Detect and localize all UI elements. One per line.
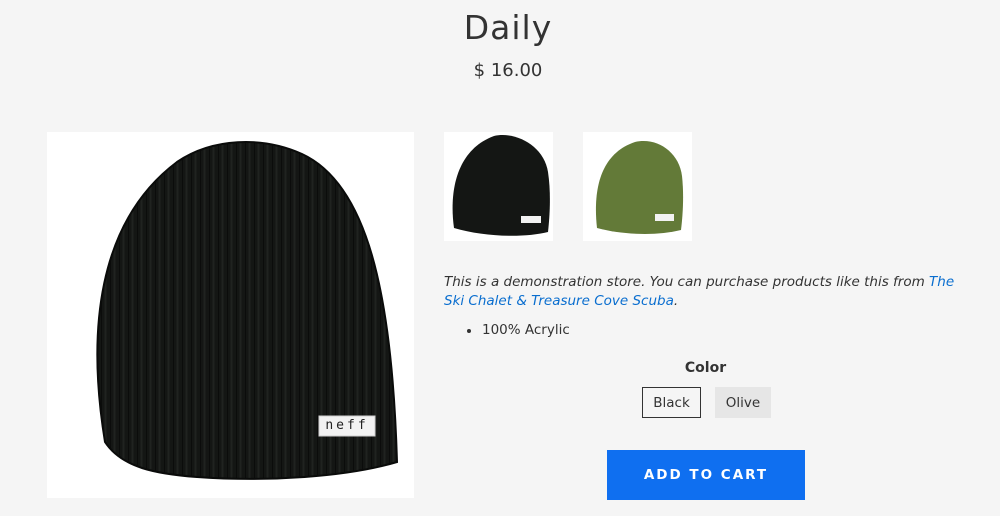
beanie-black-illustration [96, 141, 399, 480]
beanie-olive-thumb-illustration [595, 141, 684, 234]
feature-item: 100% Acrylic [467, 322, 570, 338]
add-to-cart-button[interactable]: ADD TO CART [607, 450, 805, 500]
thumbnail-olive[interactable] [583, 132, 692, 241]
color-option-label: Color [684, 360, 727, 376]
product-description: This is a demonstration store. You can p… [444, 273, 964, 311]
thumbnail-black[interactable] [444, 132, 553, 241]
beanie-black-thumb-illustration [452, 135, 550, 236]
product-title: Daily [463, 8, 553, 47]
brand-tag-label: neff [325, 418, 369, 433]
color-option-black[interactable]: Black [642, 387, 701, 418]
description-end: . [673, 293, 679, 309]
main-product-image: neff [47, 132, 414, 498]
color-option-olive[interactable]: Olive [715, 387, 771, 418]
description-text: This is a demonstration store. You can p… [444, 274, 930, 290]
feature-list: 100% Acrylic [467, 321, 570, 340]
product-price: $ 16.00 [473, 60, 543, 81]
